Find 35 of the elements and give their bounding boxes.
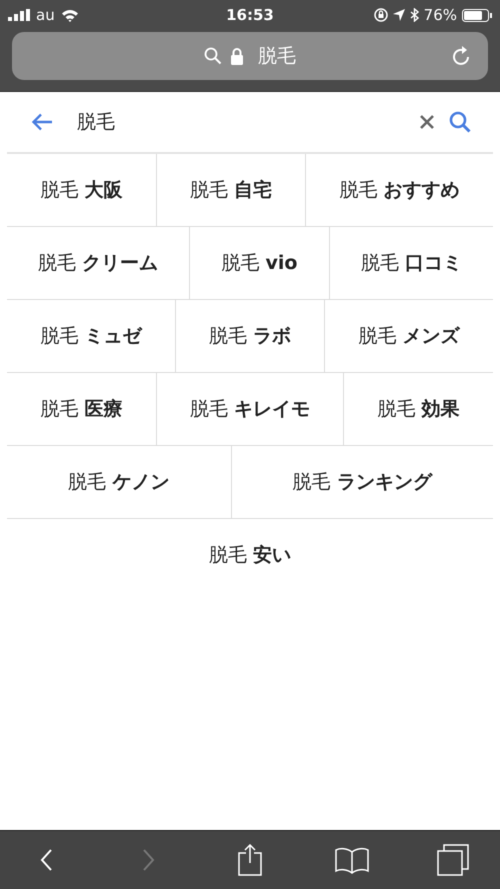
suggestion-chip[interactable]: 脱毛 大阪 bbox=[7, 154, 157, 226]
suggestion-chip[interactable]: 脱毛 クリーム bbox=[7, 227, 190, 299]
reload-icon[interactable] bbox=[452, 45, 472, 67]
suggestion-chip[interactable]: 脱毛 ランキング bbox=[232, 446, 493, 518]
lock-icon bbox=[230, 48, 244, 64]
suggestion-chip[interactable]: 脱毛 vio bbox=[190, 227, 330, 299]
suggestion-chip[interactable]: 脱毛 ケノン bbox=[7, 446, 232, 518]
signal-icon bbox=[8, 9, 30, 21]
suggestion-chip[interactable]: 脱毛 おすすめ bbox=[306, 154, 494, 226]
suggestion-chip[interactable]: 脱毛 メンズ bbox=[325, 300, 494, 372]
tabs-icon[interactable] bbox=[437, 844, 469, 876]
battery-icon bbox=[462, 8, 492, 22]
battery-percentage: 76% bbox=[424, 6, 457, 24]
suggestion-chip[interactable]: 脱毛 口コミ bbox=[330, 227, 493, 299]
clock-time: 16:53 bbox=[226, 6, 274, 24]
suggestion-chip[interactable]: 脱毛 効果 bbox=[344, 373, 494, 445]
wifi-icon bbox=[60, 8, 79, 22]
location-arrow-icon bbox=[392, 9, 405, 21]
suggestion-chip[interactable]: 脱毛 自宅 bbox=[156, 154, 306, 226]
back-arrow-icon[interactable] bbox=[31, 113, 53, 131]
suggestion-chip[interactable]: 脱毛 医療 bbox=[7, 373, 157, 445]
rotation-lock-icon bbox=[374, 8, 388, 22]
carrier-name: au bbox=[36, 6, 55, 24]
suggestion-chip[interactable]: 脱毛 安い bbox=[7, 519, 493, 591]
search-field[interactable]: 脱毛 bbox=[67, 111, 385, 133]
book-icon[interactable] bbox=[334, 846, 368, 874]
suggestion-chip[interactable]: 脱毛 ラボ bbox=[176, 300, 326, 372]
search-icon bbox=[204, 47, 222, 65]
suggestion-chip[interactable]: 脱毛 ミュゼ bbox=[7, 300, 176, 372]
bluetooth-icon bbox=[410, 8, 419, 22]
address-text: 脱毛 bbox=[258, 44, 296, 69]
search-icon[interactable] bbox=[449, 111, 471, 133]
clear-icon[interactable] bbox=[419, 114, 435, 130]
suggestion-chip[interactable]: 脱毛 キレイモ bbox=[156, 373, 344, 445]
share-icon[interactable] bbox=[237, 844, 263, 876]
